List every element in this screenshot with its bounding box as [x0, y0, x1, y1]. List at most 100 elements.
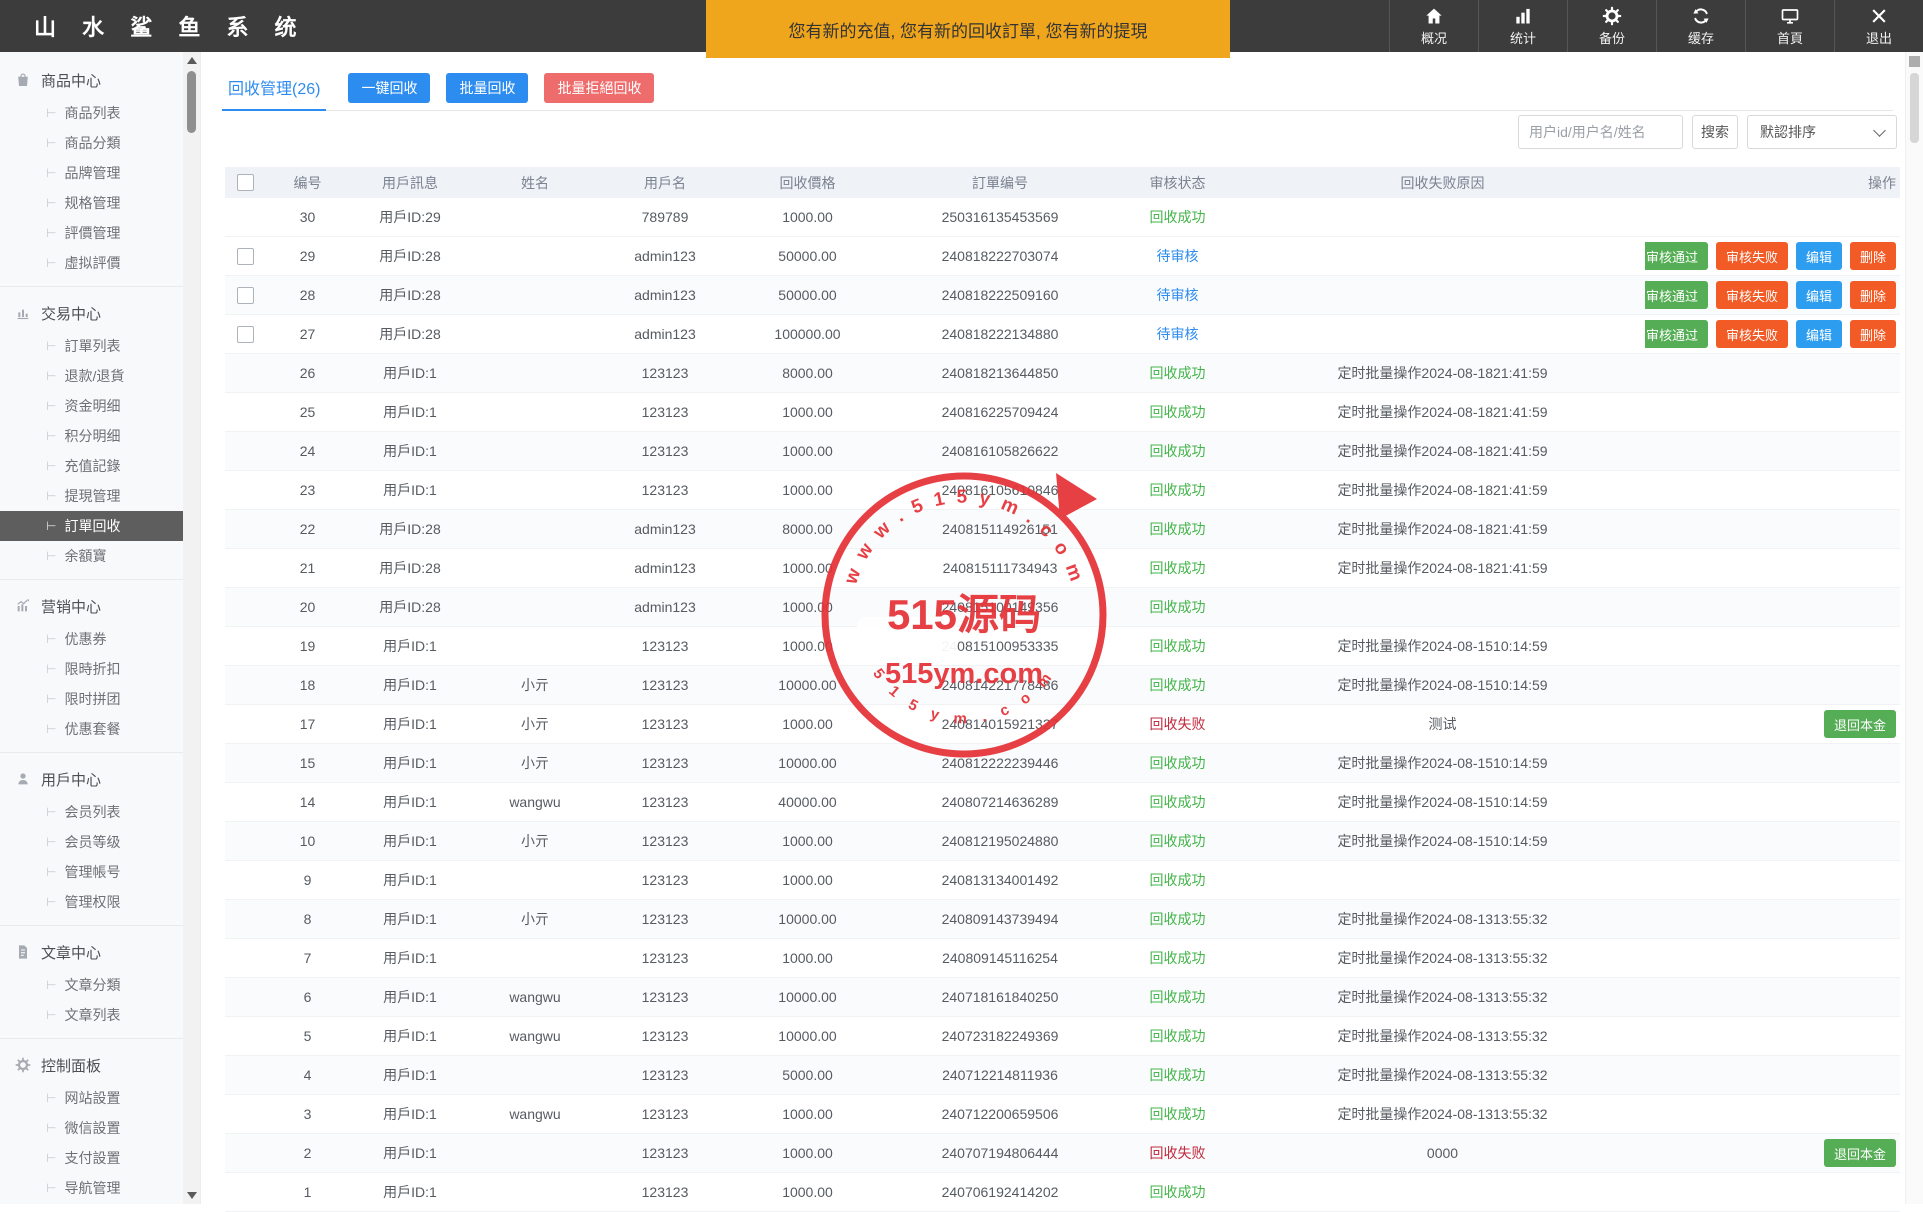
sidebar-item-商品列表[interactable]: ⊢ 商品列表 — [0, 98, 183, 128]
sidebar-item-退款/退貨[interactable]: ⊢ 退款/退貨 — [0, 361, 183, 391]
batch-recycle-button[interactable]: 批量回收 — [446, 73, 529, 103]
approve-button[interactable]: 审核通过 — [1645, 281, 1708, 309]
row-username: admin123 — [634, 287, 696, 303]
approve-button[interactable]: 审核通过 — [1645, 242, 1708, 270]
sidebar-item-积分明细[interactable]: ⊢ 积分明细 — [0, 421, 183, 451]
sidebar-item-虛拟評價[interactable]: ⊢ 虛拟評價 — [0, 248, 183, 278]
sidebar-item-会员列表[interactable]: ⊢ 会员列表 — [0, 797, 183, 827]
edit-button[interactable]: 编辑 — [1795, 242, 1842, 270]
sidebar-item-微信設置[interactable]: ⊢ 微信設置 — [0, 1113, 183, 1143]
sidebar-item-优惠券[interactable]: ⊢ 优惠券 — [0, 624, 183, 654]
notification-banner[interactable]: 您有新的充值, 您有新的回收訂單, 您有新的提現 — [706, 0, 1230, 58]
table-row: 9 用戶ID:1 123123 1000.00 240813134001492 回收成功 — [225, 861, 1900, 900]
delete-button[interactable]: 删除 — [1849, 242, 1896, 270]
sidebar-section-marketing[interactable]: 营销中心 — [0, 588, 183, 624]
select-all-checkbox[interactable] — [236, 174, 254, 191]
page-scrollbar-thumb[interactable] — [1910, 73, 1919, 143]
sort-select[interactable]: 默認排序 — [1747, 115, 1897, 149]
edit-button[interactable]: 编辑 — [1795, 320, 1842, 348]
row-id: 7 — [303, 950, 312, 966]
tab-recycle-management[interactable]: 回收管理(26) — [222, 65, 327, 111]
sidebar-scrollbar-thumb[interactable] — [187, 71, 196, 133]
sidebar-section-control[interactable]: 控制面板 — [0, 1047, 183, 1083]
header-action-backup[interactable]: 备份 — [1567, 0, 1656, 52]
scroll-up-arrow-icon[interactable] — [183, 53, 200, 68]
table-row: 4 用戶ID:1 123123 5000.00 240712214811936 回收成功 定… — [225, 1056, 1900, 1095]
row-user-info: 用戶ID:1 — [383, 716, 437, 732]
row-status-badge: 回收成功 — [1149, 560, 1206, 576]
page-scroll-up-button[interactable] — [1909, 56, 1920, 67]
row-checkbox-cell — [225, 666, 265, 704]
sidebar-item-支付設置[interactable]: ⊢ 支付設置 — [0, 1143, 183, 1173]
row-order-no: 240818222703074 — [941, 248, 1059, 264]
sidebar-item-label: 評價管理 — [64, 225, 121, 241]
sidebar-item-評價管理[interactable]: ⊢ 評價管理 — [0, 218, 183, 248]
sidebar-item-资金明细[interactable]: ⊢ 资金明细 — [0, 391, 183, 421]
sidebar-item-管理帳号[interactable]: ⊢ 管理帳号 — [0, 857, 183, 887]
header-action-stats[interactable]: 统计 — [1478, 0, 1567, 52]
sidebar-item-优惠套餐[interactable]: ⊢ 优惠套餐 — [0, 714, 183, 744]
header-action-logout[interactable]: 退出 — [1834, 0, 1923, 52]
row-name — [470, 861, 600, 899]
page-scrollbar[interactable] — [1905, 52, 1923, 1204]
row-checkbox[interactable] — [236, 325, 254, 343]
row-id: 19 — [299, 638, 316, 654]
sidebar-item-限時折扣[interactable]: ⊢ 限時折扣 — [0, 654, 183, 684]
sidebar-item-文章列表[interactable]: ⊢ 文章列表 — [0, 1000, 183, 1030]
sidebar-section-users[interactable]: 用戶中心 — [0, 761, 183, 797]
delete-button[interactable]: 删除 — [1849, 320, 1896, 348]
sidebar-item-提現管理[interactable]: ⊢ 提現管理 — [0, 481, 183, 511]
fail-button[interactable]: 审核失败 — [1715, 281, 1788, 309]
edit-button[interactable]: 编辑 — [1795, 281, 1842, 309]
delete-button[interactable]: 删除 — [1849, 281, 1896, 309]
sidebar-item-导航管理[interactable]: ⊢ 导航管理 — [0, 1173, 183, 1203]
row-status-badge: 回收失败 — [1149, 1145, 1206, 1161]
refund-button[interactable]: 退回本金 — [1823, 710, 1896, 738]
sidebar-item-訂單回收[interactable]: ⊢ 訂單回收 — [0, 511, 183, 541]
sidebar-item-余額寶[interactable]: ⊢ 余額寶 — [0, 541, 183, 571]
sidebar-section-trade[interactable]: 交易中心 — [0, 295, 183, 331]
row-actions — [1645, 1095, 1900, 1133]
search-input[interactable] — [1518, 115, 1683, 149]
sidebar-item-管理权限[interactable]: ⊢ 管理权限 — [0, 887, 183, 917]
one-key-recycle-button[interactable]: 一键回收 — [348, 73, 431, 103]
sidebar-scrollbar[interactable] — [183, 52, 200, 1204]
table-header-cell: 审核状态 — [1149, 174, 1206, 191]
approve-button[interactable]: 审核通过 — [1645, 320, 1708, 348]
header-action-cache[interactable]: 缓存 — [1656, 0, 1745, 52]
sidebar-item-訂單列表[interactable]: ⊢ 訂單列表 — [0, 331, 183, 361]
fail-button[interactable]: 审核失败 — [1715, 320, 1788, 348]
batch-reject-recycle-button[interactable]: 批量拒絕回收 — [544, 73, 655, 103]
header-action-overview[interactable]: 概况 — [1389, 0, 1478, 52]
scroll-down-arrow-icon[interactable] — [183, 1188, 200, 1203]
sidebar-section-products[interactable]: 商品中心 — [0, 62, 183, 98]
row-username: 123123 — [641, 1067, 689, 1083]
row-order-no: 240712200659506 — [941, 1106, 1059, 1122]
row-checkbox[interactable] — [236, 286, 254, 304]
user-icon — [15, 771, 31, 787]
sidebar-item-限时拼团[interactable]: ⊢ 限时拼团 — [0, 684, 183, 714]
row-id: 26 — [299, 365, 316, 381]
sidebar-item-文章分類[interactable]: ⊢ 文章分類 — [0, 970, 183, 1000]
sidebar-separator — [0, 1038, 183, 1039]
row-price: 1000.00 — [782, 443, 833, 459]
row-order-no: 240706192414202 — [941, 1184, 1059, 1200]
sidebar-item-商品分類[interactable]: ⊢ 商品分類 — [0, 128, 183, 158]
sidebar-section-label: 用戶中心 — [41, 771, 102, 789]
refund-button[interactable]: 退回本金 — [1823, 1139, 1896, 1167]
search-button[interactable]: 搜索 — [1692, 115, 1738, 149]
sidebar-item-网站設置[interactable]: ⊢ 网站設置 — [0, 1083, 183, 1113]
row-checkbox-cell — [225, 978, 265, 1016]
sidebar-item-会员等级[interactable]: ⊢ 会员等级 — [0, 827, 183, 857]
sidebar-item-充值記錄[interactable]: ⊢ 充值記錄 — [0, 451, 183, 481]
sidebar-item-规格管理[interactable]: ⊢ 规格管理 — [0, 188, 183, 218]
row-id: 15 — [299, 755, 316, 771]
row-checkbox[interactable] — [236, 247, 254, 265]
header-action-homepage[interactable]: 首頁 — [1745, 0, 1834, 52]
sidebar-item-品牌管理[interactable]: ⊢ 品牌管理 — [0, 158, 183, 188]
fail-button[interactable]: 审核失败 — [1715, 242, 1788, 270]
row-actions — [1645, 1017, 1900, 1055]
row-checkbox-cell — [225, 900, 265, 938]
row-name — [470, 276, 600, 314]
sidebar-section-articles[interactable]: 文章中心 — [0, 934, 183, 970]
